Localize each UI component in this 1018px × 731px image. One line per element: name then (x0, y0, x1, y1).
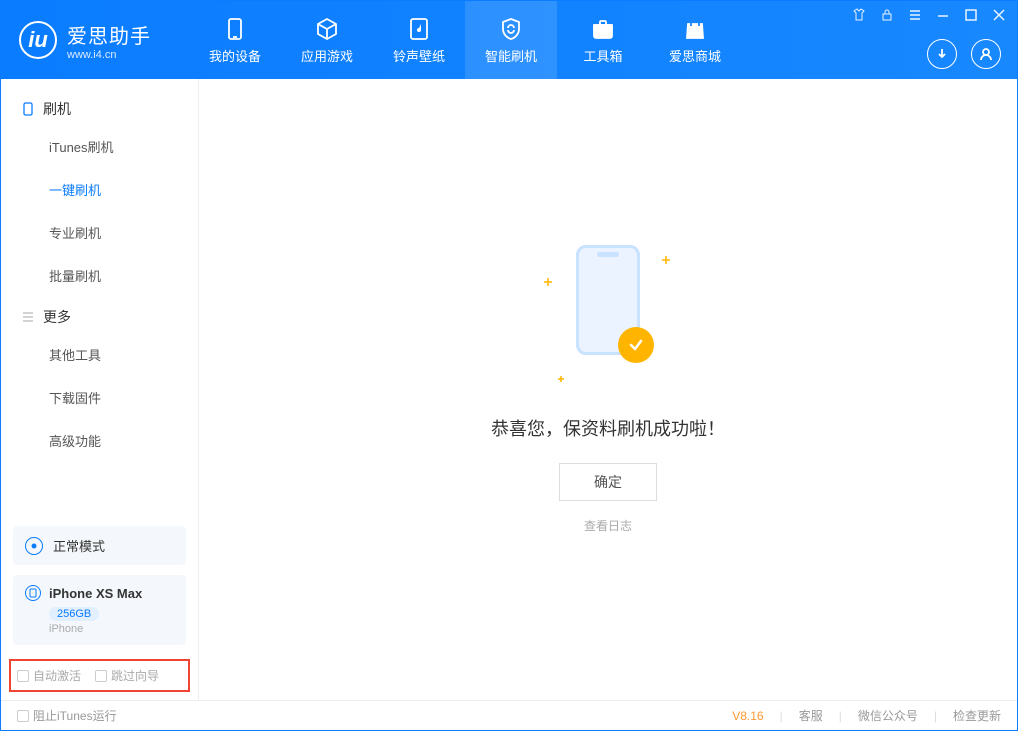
shield-sync-icon (498, 16, 524, 42)
brand-url: www.i4.cn (67, 49, 151, 61)
device-mode-card[interactable]: 正常模式 (13, 526, 186, 565)
separator: | (839, 709, 842, 723)
mode-label: 正常模式 (53, 536, 105, 555)
separator: | (780, 709, 783, 723)
sidebar-group-more: 更多 (1, 297, 198, 333)
toolbox-icon (590, 16, 616, 42)
close-icon[interactable] (991, 7, 1007, 23)
footer-right: V8.16 | 客服 | 微信公众号 | 检查更新 (732, 707, 1001, 724)
ok-button[interactable]: 确定 (559, 463, 657, 501)
logo-icon: iu (19, 21, 57, 59)
sidebar-item-advanced[interactable]: 高级功能 (1, 419, 198, 462)
device-name-row: iPhone XS Max (25, 585, 174, 601)
minimize-icon[interactable] (935, 7, 951, 23)
sidebar-item-download-fw[interactable]: 下载固件 (1, 376, 198, 419)
device-type: iPhone (49, 623, 174, 635)
checkbox-icon (17, 710, 29, 722)
window-controls (851, 7, 1007, 23)
status-bar: 阻止iTunes运行 V8.16 | 客服 | 微信公众号 | 检查更新 (1, 700, 1017, 730)
nav-label: 应用游戏 (301, 46, 353, 65)
brand-text: 爱思助手 www.i4.cn (67, 20, 151, 61)
skip-guide-checkbox[interactable]: 跳过向导 (95, 667, 159, 684)
device-name: iPhone XS Max (49, 586, 142, 601)
nav-toolbox[interactable]: 工具箱 (557, 1, 649, 79)
brand-name: 爱思助手 (67, 20, 151, 49)
main-nav: 我的设备 应用游戏 铃声壁纸 智能刷机 工具箱 爱思商城 (189, 1, 741, 79)
block-itunes-checkbox[interactable]: 阻止iTunes运行 (17, 707, 117, 724)
nav-flash[interactable]: 智能刷机 (465, 1, 557, 79)
nav-label: 我的设备 (209, 46, 261, 65)
sidebar-item-batch-flash[interactable]: 批量刷机 (1, 254, 198, 297)
sidebar-bottom: 正常模式 iPhone XS Max 256GB iPhone (1, 516, 198, 655)
nav-apps[interactable]: 应用游戏 (281, 1, 373, 79)
support-link[interactable]: 客服 (799, 707, 823, 724)
sidebar: 刷机 iTunes刷机 一键刷机 专业刷机 批量刷机 更多 其他工具 下载固件 … (1, 79, 199, 700)
maximize-icon[interactable] (963, 7, 979, 23)
body: 刷机 iTunes刷机 一键刷机 专业刷机 批量刷机 更多 其他工具 下载固件 … (1, 79, 1017, 700)
update-link[interactable]: 检查更新 (953, 707, 1001, 724)
group-title: 刷机 (43, 99, 71, 119)
download-icon[interactable] (927, 39, 957, 69)
bag-icon (682, 16, 708, 42)
nav-label: 工具箱 (583, 46, 622, 65)
menu-icon[interactable] (907, 7, 923, 23)
phone-icon (222, 16, 248, 42)
nav-label: 爱思商城 (669, 46, 721, 65)
checkbox-icon (17, 670, 29, 682)
nav-label: 铃声壁纸 (393, 46, 445, 65)
sidebar-item-onekey-flash[interactable]: 一键刷机 (1, 168, 198, 211)
mode-icon (25, 537, 43, 555)
music-file-icon (406, 16, 432, 42)
options-highlight: 自动激活 跳过向导 (9, 659, 190, 692)
separator: | (934, 709, 937, 723)
sparkle-icon (544, 273, 552, 281)
list-icon (21, 310, 35, 324)
device-capacity: 256GB (49, 607, 99, 621)
tshirt-icon[interactable] (851, 7, 867, 23)
checkbox-label: 跳过向导 (111, 667, 159, 684)
title-bar: iu 爱思助手 www.i4.cn 我的设备 应用游戏 铃声壁纸 智能刷机 工具… (1, 1, 1017, 79)
sparkle-icon (558, 369, 566, 377)
main-panel: 恭喜您，保资料刷机成功啦！ 确定 查看日志 (199, 79, 1017, 700)
brand-logo: iu 爱思助手 www.i4.cn (1, 20, 169, 61)
nav-store[interactable]: 爱思商城 (649, 1, 741, 79)
nav-ringtones[interactable]: 铃声壁纸 (373, 1, 465, 79)
checkbox-icon (95, 670, 107, 682)
device-card[interactable]: iPhone XS Max 256GB iPhone (13, 575, 186, 645)
check-badge-icon (618, 327, 654, 363)
wechat-link[interactable]: 微信公众号 (858, 707, 918, 724)
success-illustration (562, 245, 654, 385)
checkbox-label: 自动激活 (33, 667, 81, 684)
cube-icon (314, 16, 340, 42)
group-title: 更多 (43, 307, 71, 327)
version-label: V8.16 (732, 709, 763, 723)
sidebar-item-itunes-flash[interactable]: iTunes刷机 (1, 125, 198, 168)
lock-icon[interactable] (879, 7, 895, 23)
success-message: 恭喜您，保资料刷机成功啦！ (491, 415, 725, 441)
nav-my-device[interactable]: 我的设备 (189, 1, 281, 79)
sparkle-icon (662, 251, 670, 259)
sidebar-item-pro-flash[interactable]: 专业刷机 (1, 211, 198, 254)
auto-activate-checkbox[interactable]: 自动激活 (17, 667, 81, 684)
user-icon[interactable] (971, 39, 1001, 69)
device-icon (25, 585, 41, 601)
device-outline-icon (21, 102, 35, 116)
nav-label: 智能刷机 (485, 46, 537, 65)
checkbox-label: 阻止iTunes运行 (33, 707, 117, 724)
sidebar-item-other-tools[interactable]: 其他工具 (1, 333, 198, 376)
view-log-link[interactable]: 查看日志 (584, 517, 632, 534)
header-actions (927, 39, 1001, 69)
sidebar-group-flash: 刷机 (1, 89, 198, 125)
